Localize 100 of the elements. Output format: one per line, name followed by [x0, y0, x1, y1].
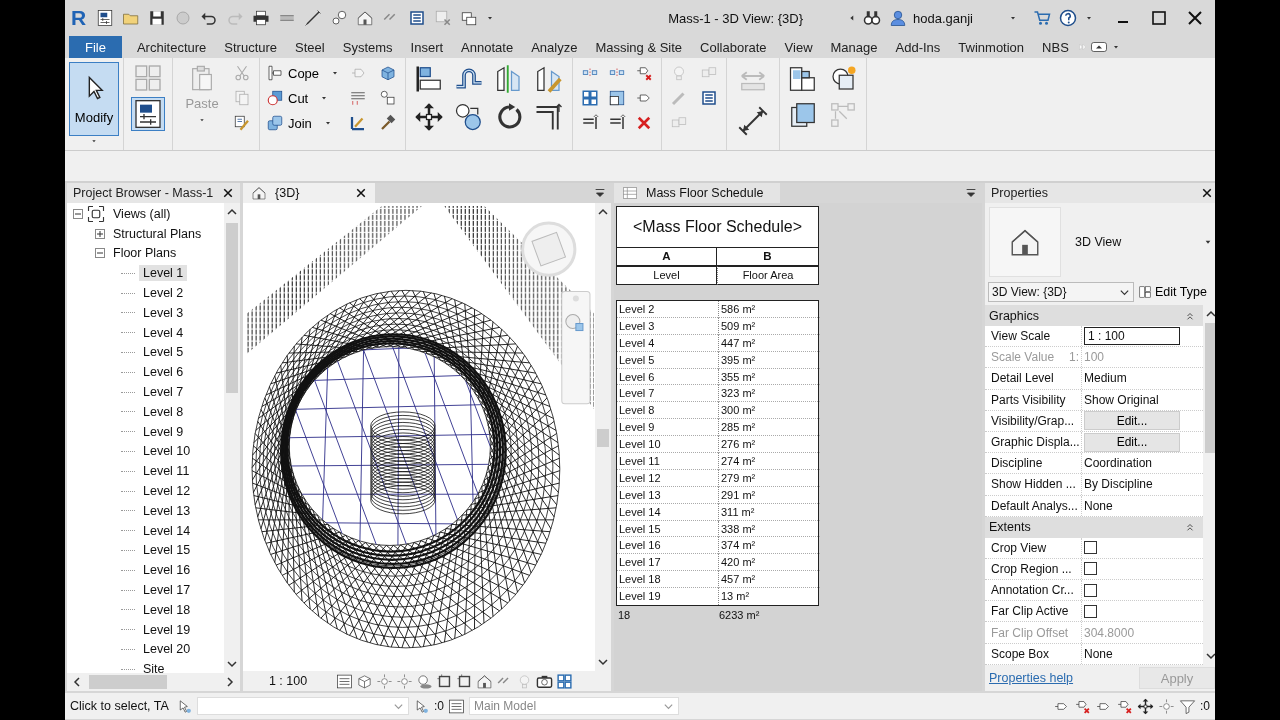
view-scale[interactable]: 1 : 100 — [249, 674, 327, 688]
property-value[interactable]: By Discipline — [1084, 477, 1153, 492]
dimension-icon[interactable] — [304, 9, 323, 27]
close-icon[interactable] — [1187, 10, 1203, 26]
collapse-icon[interactable] — [1185, 310, 1195, 321]
section-header[interactable]: Extents — [989, 520, 1031, 535]
sun-settings-icon[interactable] — [396, 672, 413, 690]
geometry-button[interactable]: Cut — [266, 87, 342, 109]
ribbon-tab[interactable]: Manage — [821, 36, 887, 58]
scrollbar-thumb[interactable] — [226, 223, 238, 393]
help-icon[interactable] — [1059, 9, 1077, 27]
ribbon-tab[interactable]: Steel — [286, 36, 334, 58]
checkbox[interactable] — [1084, 604, 1097, 618]
ribbon-tab[interactable]: Annotate — [452, 36, 523, 58]
edit-type-button[interactable]: Edit Type — [1138, 285, 1207, 299]
binoculars-icon[interactable] — [863, 9, 881, 27]
tree-item[interactable]: Level 14 — [139, 522, 195, 539]
tree-item[interactable]: Level 6 — [139, 364, 188, 381]
view-scale-field[interactable]: 1 : 100 — [1084, 327, 1180, 346]
tree-item[interactable]: Level 8 — [139, 403, 188, 420]
tag-icon[interactable] — [330, 9, 349, 27]
analytical-icon[interactable] — [556, 672, 573, 690]
scroll-down-icon[interactable] — [226, 658, 238, 670]
close-icon[interactable] — [355, 187, 367, 199]
scroll-down-icon[interactable] — [1205, 650, 1215, 662]
house-icon[interactable] — [356, 9, 375, 27]
scrollbar-thumb[interactable] — [1205, 323, 1215, 453]
dimension-icon[interactable] — [738, 106, 769, 136]
tree-item[interactable]: Level 17 — [139, 582, 195, 599]
column-letter[interactable]: B — [717, 248, 819, 266]
tree-item[interactable]: Floor Plans — [109, 245, 181, 262]
trim-multiple-icon[interactable] — [608, 114, 627, 132]
tree-item[interactable]: Level 11 — [139, 463, 194, 480]
visual-style-icon[interactable] — [356, 672, 373, 690]
geometry-button[interactable]: Join — [266, 112, 342, 134]
worksets-icon[interactable] — [448, 697, 465, 715]
ribbon-tab[interactable]: Massing & Site — [586, 36, 692, 58]
type-name[interactable]: 3D View — [1075, 235, 1122, 249]
app-logo[interactable]: R — [71, 6, 87, 30]
tree-item[interactable]: Site — [139, 661, 169, 673]
linework-icon[interactable] — [700, 89, 719, 107]
unpin-icon[interactable] — [635, 64, 654, 82]
close-hidden-icon[interactable] — [434, 9, 453, 27]
tree-item[interactable]: Level 4 — [139, 324, 188, 341]
maximize-icon[interactable] — [1151, 10, 1167, 26]
expand-toggle[interactable] — [95, 248, 105, 259]
properties-icon[interactable] — [132, 98, 164, 130]
modify-button[interactable]: Modify — [69, 62, 119, 136]
instance-dropdown[interactable]: 3D View: {3D} — [988, 282, 1134, 302]
drag-icon[interactable] — [1137, 697, 1154, 715]
ribbon-tab[interactable]: Architecture — [127, 36, 216, 58]
tree-item[interactable]: Level 13 — [139, 502, 195, 519]
tab-menu-icon[interactable] — [964, 186, 978, 200]
tree-item[interactable]: Level 12 — [139, 483, 195, 500]
tree-item[interactable]: Level 2 — [139, 285, 188, 302]
tree-item[interactable]: Level 5 — [139, 344, 188, 361]
section-header[interactable]: Graphics — [989, 308, 1040, 323]
tree-item[interactable]: Level 20 — [139, 641, 195, 658]
ribbon-tab[interactable]: Insert — [401, 36, 453, 58]
sun-path-icon[interactable] — [376, 672, 393, 690]
tree-item[interactable]: Level 1 — [139, 265, 188, 282]
tree-item[interactable]: Level 18 — [139, 601, 195, 618]
shapes-icon[interactable] — [379, 89, 398, 107]
property-value[interactable]: Coordination — [1084, 456, 1153, 471]
tree-item[interactable]: Level 15 — [139, 542, 195, 559]
print-icon[interactable] — [252, 9, 271, 27]
3d-view-tab[interactable]: {3D} — [275, 186, 300, 200]
crop-icon[interactable] — [436, 672, 453, 690]
ribbon-tab[interactable]: Add-Ins — [886, 36, 950, 58]
scroll-down-icon[interactable] — [597, 656, 609, 668]
property-value[interactable]: Show Original — [1084, 392, 1159, 407]
split-list-icon[interactable] — [349, 89, 368, 107]
detail-level-icon[interactable] — [336, 672, 353, 690]
edit-button[interactable]: Edit... — [1084, 432, 1180, 452]
tab-menu-icon[interactable] — [593, 186, 607, 200]
properties-help-link[interactable]: Properties help — [989, 671, 1074, 685]
user-name[interactable]: hoda.ganji — [913, 10, 973, 26]
checkbox[interactable] — [1084, 541, 1097, 555]
tree-item[interactable]: Views (all) — [109, 205, 175, 222]
ribbon-tab[interactable]: Analyze — [522, 36, 587, 58]
ribbon-tab[interactable]: Twinmotion — [949, 36, 1034, 58]
cube-icon[interactable] — [379, 64, 398, 82]
collapse-icon[interactable] — [1185, 522, 1195, 533]
tree-item[interactable]: Level 7 — [139, 384, 188, 401]
edit-button[interactable]: Edit... — [1084, 411, 1180, 431]
tree-item[interactable]: Level 3 — [139, 304, 188, 321]
tree-item[interactable]: Structural Plans — [109, 225, 206, 242]
save-icon[interactable] — [148, 9, 167, 27]
tree-item[interactable]: Level 16 — [139, 562, 195, 579]
close-icon[interactable] — [222, 187, 234, 199]
hammer-icon[interactable] — [379, 114, 398, 132]
ribbon-tab[interactable]: NBS — [1033, 36, 1078, 58]
trim-icon[interactable] — [534, 102, 565, 132]
crop-region-icon[interactable] — [456, 672, 473, 690]
filter-icon[interactable] — [1179, 697, 1196, 715]
scale-icon[interactable] — [608, 89, 627, 107]
checkbox[interactable] — [1084, 562, 1097, 576]
column-letter[interactable]: A — [616, 248, 717, 266]
expand-toggle[interactable] — [95, 228, 105, 239]
checkbox[interactable] — [1084, 583, 1097, 597]
